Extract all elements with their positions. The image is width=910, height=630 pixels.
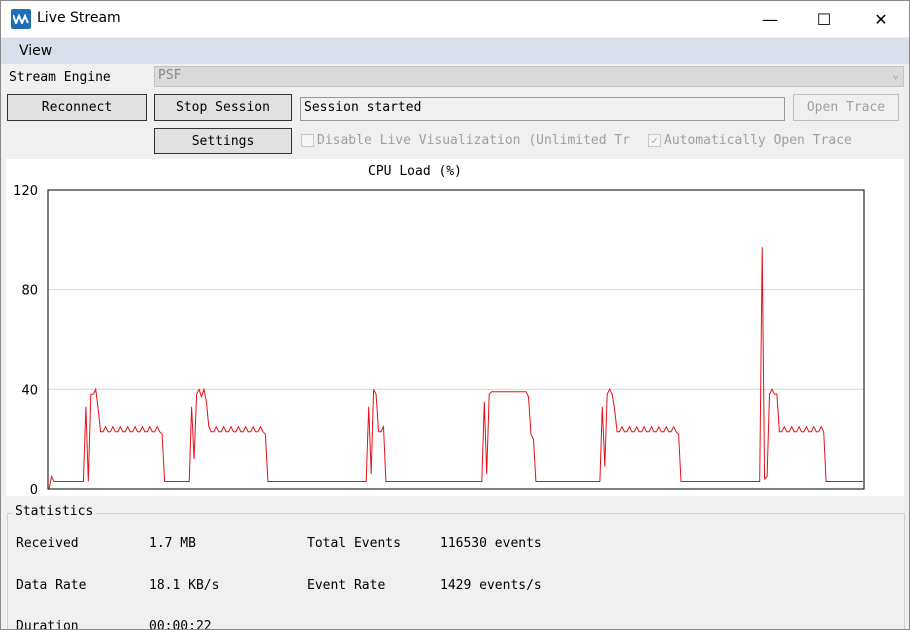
auto-open-trace-checkbox[interactable]: ✓ Automatically Open Trace (648, 133, 852, 148)
event-rate-value: 1429 events/s (440, 578, 542, 593)
app-icon (11, 9, 31, 29)
minimize-icon: — (762, 9, 778, 29)
menu-bar: View (1, 38, 909, 64)
stop-session-button[interactable]: Stop Session (154, 94, 292, 121)
settings-button[interactable]: Settings (154, 128, 292, 154)
statistics-title: Statistics (12, 504, 97, 519)
y-tick-label: 40 (21, 383, 38, 398)
open-trace-button[interactable]: Open Trace (793, 94, 899, 121)
checkbox-unchecked-icon (301, 134, 314, 147)
duration-value: 00:00:22 (149, 619, 212, 630)
data-rate-label: Data Rate (16, 578, 87, 593)
maximize-icon: ☐ (816, 9, 832, 29)
received-value: 1.7 MB (149, 536, 196, 551)
window-title: Live Stream (37, 10, 121, 26)
data-rate-value: 18.1 KB/s (149, 578, 220, 593)
reconnect-button[interactable]: Reconnect (7, 94, 147, 121)
duration-label: Duration (16, 619, 79, 630)
cpu-load-chart-panel: CPU Load (%) 0 40 80 120 (6, 159, 904, 498)
total-events-value: 116530 events (440, 536, 542, 551)
statistics-group (7, 513, 905, 629)
plot-frame (47, 189, 865, 490)
stream-engine-label: Stream Engine (9, 70, 111, 85)
session-status-field: Session started (300, 97, 785, 121)
disable-live-visualization-label: Disable Live Visualization (Unlimited Tr (317, 133, 631, 148)
close-button[interactable]: ✕ (852, 1, 909, 37)
event-rate-label: Event Rate (307, 578, 386, 593)
menu-view[interactable]: View (11, 42, 60, 60)
stream-engine-value: PSF (158, 68, 182, 83)
checkmark-icon: ✓ (648, 134, 661, 147)
y-tick-label: 0 (30, 483, 38, 496)
maximize-button[interactable]: ☐ (795, 1, 853, 37)
chart-title: CPU Load (%) (368, 164, 462, 179)
cpu-load-series-line (48, 247, 863, 490)
minimize-button[interactable]: — (741, 1, 799, 37)
disable-live-visualization-checkbox[interactable]: Disable Live Visualization (Unlimited Tr (301, 133, 630, 148)
y-tick-label: 80 (21, 284, 38, 299)
y-tick-label: 120 (13, 184, 38, 199)
session-status-text: Session started (304, 100, 422, 115)
total-events-label: Total Events (307, 536, 401, 551)
title-bar[interactable]: Live Stream — ☐ ✕ (1, 1, 909, 37)
cpu-load-chart: CPU Load (%) 0 40 80 120 (13, 164, 865, 498)
live-stream-window: Live Stream — ☐ ✕ View Stream Engine PSF… (0, 0, 910, 630)
chevron-down-icon: ⌄ (892, 68, 899, 81)
received-label: Received (16, 536, 79, 551)
close-icon: ✕ (874, 9, 888, 29)
stream-engine-select[interactable]: PSF ⌄ (154, 66, 904, 87)
auto-open-trace-label: Automatically Open Trace (664, 133, 852, 148)
